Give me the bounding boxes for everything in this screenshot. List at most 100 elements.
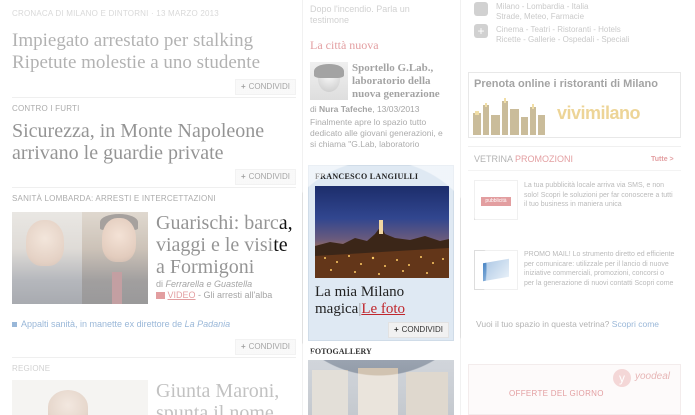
related-link-text[interactable]: Appalti sanità, in manette ex direttore … — [21, 319, 182, 329]
plus-icon: + — [240, 172, 246, 181]
gallery-figure — [312, 370, 348, 415]
story2-kicker: CONTRO I FURTI — [12, 104, 80, 113]
story1-headline[interactable]: Impiegato arrestato per stalking Ripetut… — [12, 30, 296, 74]
share-label: CONDIVIDI — [401, 325, 443, 334]
top-snippet-line[interactable]: Dopo l'incendio. Parla un — [310, 4, 410, 15]
related-link-paper[interactable]: La Padania — [185, 319, 231, 329]
promo1-logo: pubblicità — [481, 197, 511, 206]
services-link[interactable]: Strade, Meteo, Farmacie — [496, 12, 584, 21]
vetrina-title[interactable]: VETRINA PROMOZIONI — [474, 154, 573, 164]
byline-author: Nura Tafeche — [319, 104, 373, 114]
photo-face — [48, 390, 88, 415]
column-divider — [302, 0, 303, 415]
services-link[interactable]: Milano - Lombardia - Italia — [496, 2, 588, 11]
fotogallery-title[interactable]: FOTOGALLERY — [310, 347, 372, 356]
video-camera-icon — [156, 292, 165, 300]
gallery-figure — [406, 372, 448, 415]
story3-headline[interactable]: Guarischi: barca, viaggi e le visite a F… — [156, 212, 298, 278]
feature-headline-line[interactable]: laboratorio della — [352, 75, 456, 88]
feature-summary-line: dedicato alle giovani generazioni, e — [310, 128, 443, 138]
story1-headline-line[interactable]: Ripetute molestie a uno studente — [12, 52, 296, 74]
story2-headline[interactable]: Sicurezza, in Monte Napoleone arrivano l… — [12, 120, 296, 164]
divider — [12, 187, 296, 188]
story2-headline-line[interactable]: arrivano le guardie private — [12, 142, 296, 164]
vetrina-question: Vuoi il tuo spazio in questa vetrina? Sc… — [476, 319, 659, 329]
gallery-figure — [358, 368, 398, 415]
divider — [468, 170, 681, 171]
divider — [12, 97, 296, 98]
story4-headline-line[interactable]: spunta il nome — [156, 402, 298, 415]
map-icon — [474, 2, 488, 16]
vivimilano-logo[interactable]: vivimilano — [557, 103, 641, 124]
services-column: Milano - Lombardia - Italia Strade, Mete… — [468, 0, 695, 415]
feature-summary-line: Finalmente apre lo spazio tutto — [310, 117, 427, 127]
fotogallery-photo[interactable] — [308, 360, 454, 415]
share-button[interactable]: + CONDIVIDI — [234, 169, 296, 185]
banner-title-pre: Prenota online i — [474, 78, 560, 90]
yoodeal-logo[interactable]: yoodeal — [635, 371, 670, 382]
feature-headline-line[interactable]: Sportello G.Lab., — [352, 62, 456, 75]
column-divider — [460, 0, 461, 415]
share-button[interactable]: + CONDIVIDI — [387, 322, 449, 338]
vetrina-all-link[interactable]: Tutte > — [651, 156, 674, 163]
divider — [468, 146, 681, 147]
banner-title[interactable]: Prenota online i ristoranti di Milano — [474, 78, 658, 90]
feature-thumbnail[interactable] — [310, 62, 348, 100]
highlight-headline-line[interactable]: La mia Milano — [315, 284, 451, 301]
services-links-row[interactable]: Cinema - Teatri - Ristoranti - Hotels — [496, 25, 621, 34]
story4-headline[interactable]: Giunta Maroni, spunta il nome — [156, 380, 298, 415]
share-button[interactable]: + CONDIVIDI — [234, 79, 296, 95]
byline-prefix: di — [310, 104, 317, 114]
offerte-box[interactable]: OFFERTE DEL GIORNO y yoodeal — [468, 364, 681, 415]
section-title[interactable]: La città nuova — [310, 38, 456, 53]
bullet-icon — [12, 322, 17, 328]
photo-tie — [112, 272, 122, 304]
byline-prefix: di — [156, 279, 164, 289]
photos-link[interactable]: Le foto — [361, 301, 405, 317]
photo-face-left — [26, 220, 64, 266]
story4-headline-line[interactable]: Giunta Maroni, — [156, 380, 298, 402]
story3-kicker: SANITÀ LOMBARDA: ARRESTI E INTERCETTAZIO… — [12, 194, 216, 203]
promo1-text[interactable]: La tua pubblicità locale arriva via SMS,… — [524, 181, 676, 210]
story3-headline-line[interactable]: Guarischi: barca, — [156, 212, 298, 234]
story1-headline-line[interactable]: Impiegato arrestato per stalking — [12, 30, 296, 52]
photo-face-right — [102, 218, 136, 262]
story3-headline-line[interactable]: a Formigoni — [156, 256, 298, 278]
story3-video-row[interactable]: VIDEO - Gli arresti all'alba — [156, 290, 272, 300]
story4-kicker: REGIONE — [12, 364, 51, 373]
banner-title-bold: ristoranti — [559, 78, 608, 90]
promo2-text[interactable]: PROMO MAIL! Lo strumento diretto ed effi… — [524, 250, 676, 288]
share-label: CONDIVIDI — [248, 172, 290, 181]
share-button[interactable]: + CONDIVIDI — [234, 339, 296, 355]
share-label: CONDIVIDI — [248, 82, 290, 91]
story4-photo[interactable] — [12, 380, 148, 415]
story3-photo[interactable] — [12, 212, 148, 304]
story2-headline-line[interactable]: Sicurezza, in Monte Napoleone — [12, 120, 296, 142]
services-links-row[interactable]: Ricette - Gallerie - Ospedali - Speciali — [496, 35, 629, 44]
promo2-thumbnail[interactable] — [474, 250, 518, 290]
highlight-author: FRANCESCO LANGIULLI — [315, 172, 419, 181]
byline-date: , 13/03/2013 — [372, 104, 420, 114]
plus-icon: + — [393, 325, 399, 334]
feature-summary: Finalmente apre lo spazio tutto dedicato… — [310, 117, 456, 150]
story3-related-link[interactable]: Appalti sanità, in manette ex direttore … — [12, 319, 230, 329]
top-snippet[interactable]: Dopo l'incendio. Parla un testimone — [310, 4, 410, 26]
banner-title-post: di Milano — [607, 78, 658, 90]
restaurants-banner[interactable]: Prenota online i ristoranti di Milano vi… — [468, 72, 681, 138]
highlight-card[interactable]: FRANCESCO LANGIULLI La mia Milano magica… — [308, 165, 454, 341]
promo1-thumbnail[interactable]: pubblicità — [474, 180, 518, 220]
mail-envelope-icon — [483, 258, 509, 282]
video-link[interactable]: VIDEO — [168, 290, 196, 300]
highlight-headline-line[interactable]: magica — [315, 301, 358, 317]
story3-headline-line[interactable]: viaggi e le visite — [156, 234, 298, 256]
feature-headline-line[interactable]: nuova generazione — [352, 88, 456, 101]
city-lights-art — [315, 220, 449, 278]
milan-night-photo[interactable] — [315, 186, 449, 278]
city-skyline-icon — [473, 98, 545, 135]
offerte-title[interactable]: OFFERTE DEL GIORNO — [509, 389, 604, 398]
feature-headline[interactable]: Sportello G.Lab., laboratorio della nuov… — [352, 62, 456, 101]
vetrina-cta-link[interactable]: Scopri come — [612, 319, 659, 329]
byline-authors: Ferrarella e Guastella — [165, 279, 253, 289]
highlight-headline[interactable]: La mia Milano magica|Le foto — [315, 284, 451, 318]
top-snippet-line[interactable]: testimone — [310, 15, 410, 26]
